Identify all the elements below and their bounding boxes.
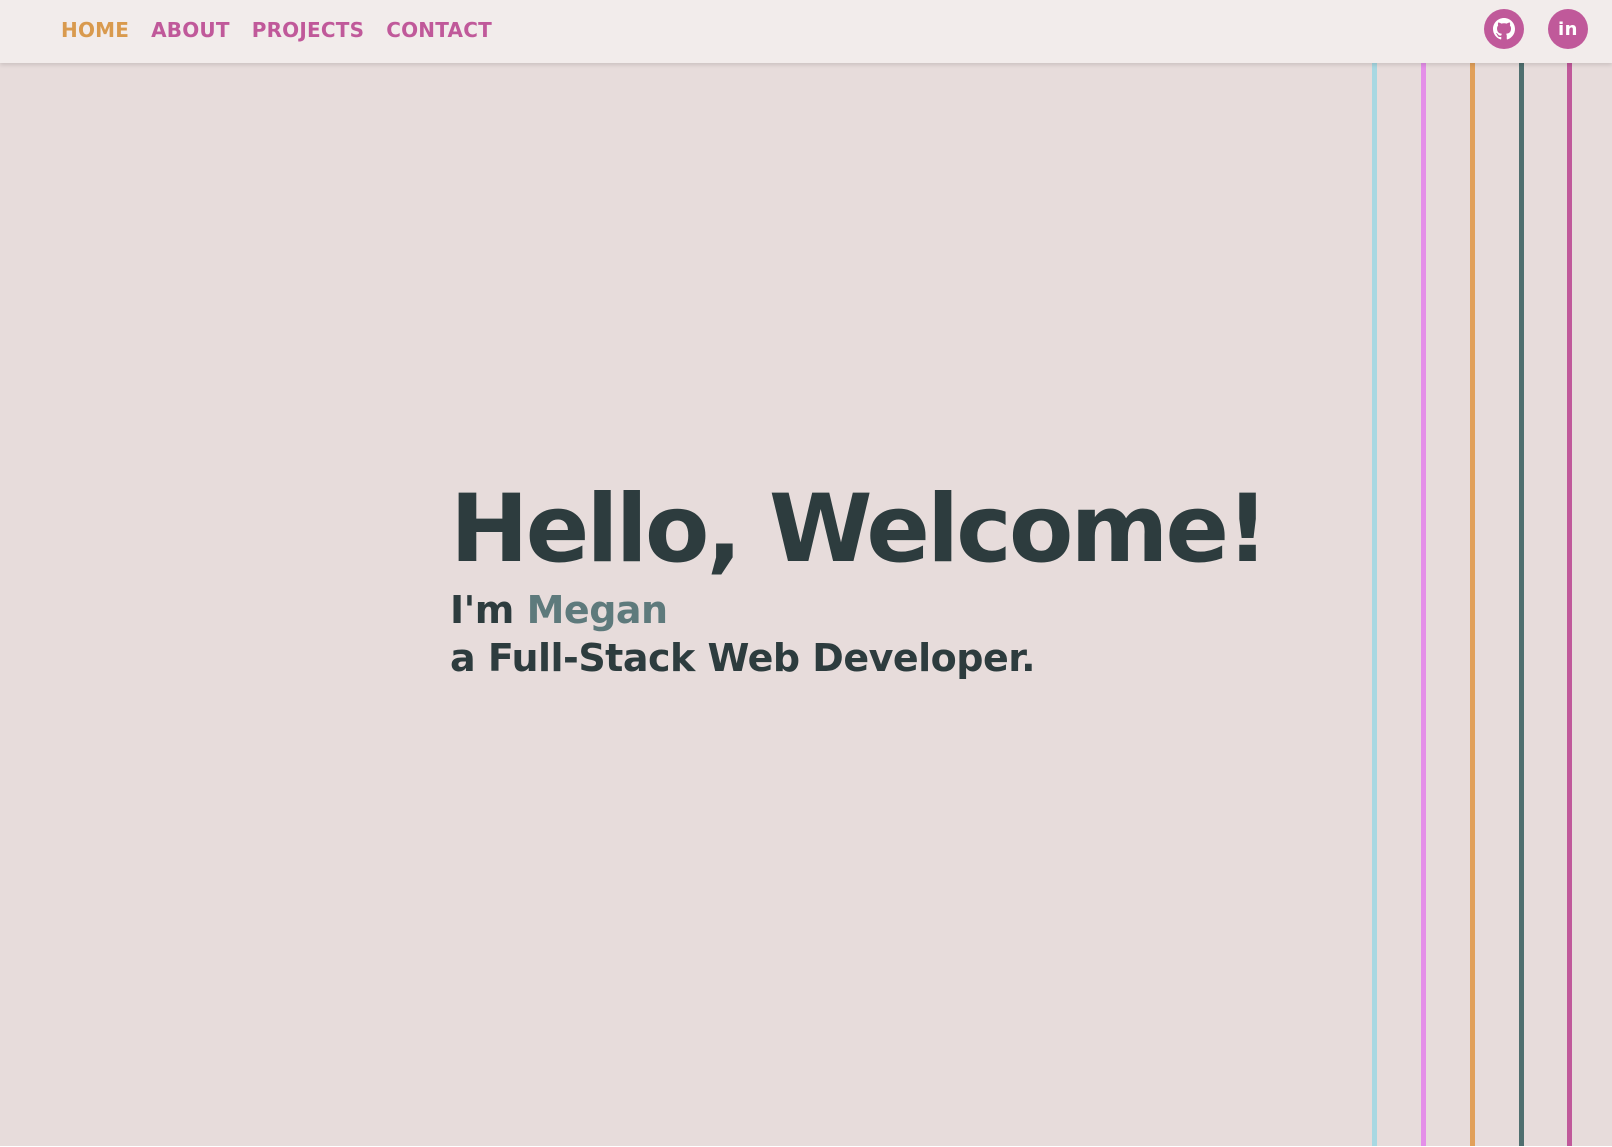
- decorative-stripe-slate: [1519, 63, 1524, 1146]
- decorative-stripe-violet: [1421, 63, 1426, 1146]
- hero-intro: I'm Megan: [450, 587, 1266, 633]
- hero: Hello, Welcome! I'm Megan a Full-Stack W…: [450, 475, 1269, 683]
- nav-link-contact[interactable]: CONTACT: [386, 18, 492, 42]
- linkedin-icon: in: [1558, 18, 1578, 40]
- linkedin-button[interactable]: in: [1548, 9, 1588, 49]
- decorative-stripe-blue: [1372, 63, 1377, 1146]
- nav-link-home[interactable]: HOME: [61, 18, 129, 42]
- hero-title: Hello, Welcome!: [450, 475, 1269, 584]
- github-button[interactable]: [1484, 9, 1524, 49]
- decorative-stripe-orange: [1470, 63, 1475, 1146]
- github-icon: [1493, 18, 1515, 40]
- navbar: HOME ABOUT PROJECTS CONTACT in: [0, 0, 1612, 63]
- decorative-stripe-pink: [1567, 63, 1572, 1146]
- hero-intro-prefix: I'm: [450, 588, 527, 632]
- hero-name: Megan: [526, 588, 668, 632]
- nav-links: HOME ABOUT PROJECTS CONTACT: [61, 0, 492, 60]
- hero-role: a Full-Stack Web Developer.: [450, 636, 1036, 680]
- page: HOME ABOUT PROJECTS CONTACT in Hello, We…: [0, 0, 1612, 1146]
- nav-link-about[interactable]: ABOUT: [151, 18, 230, 42]
- nav-link-projects[interactable]: PROJECTS: [252, 18, 365, 42]
